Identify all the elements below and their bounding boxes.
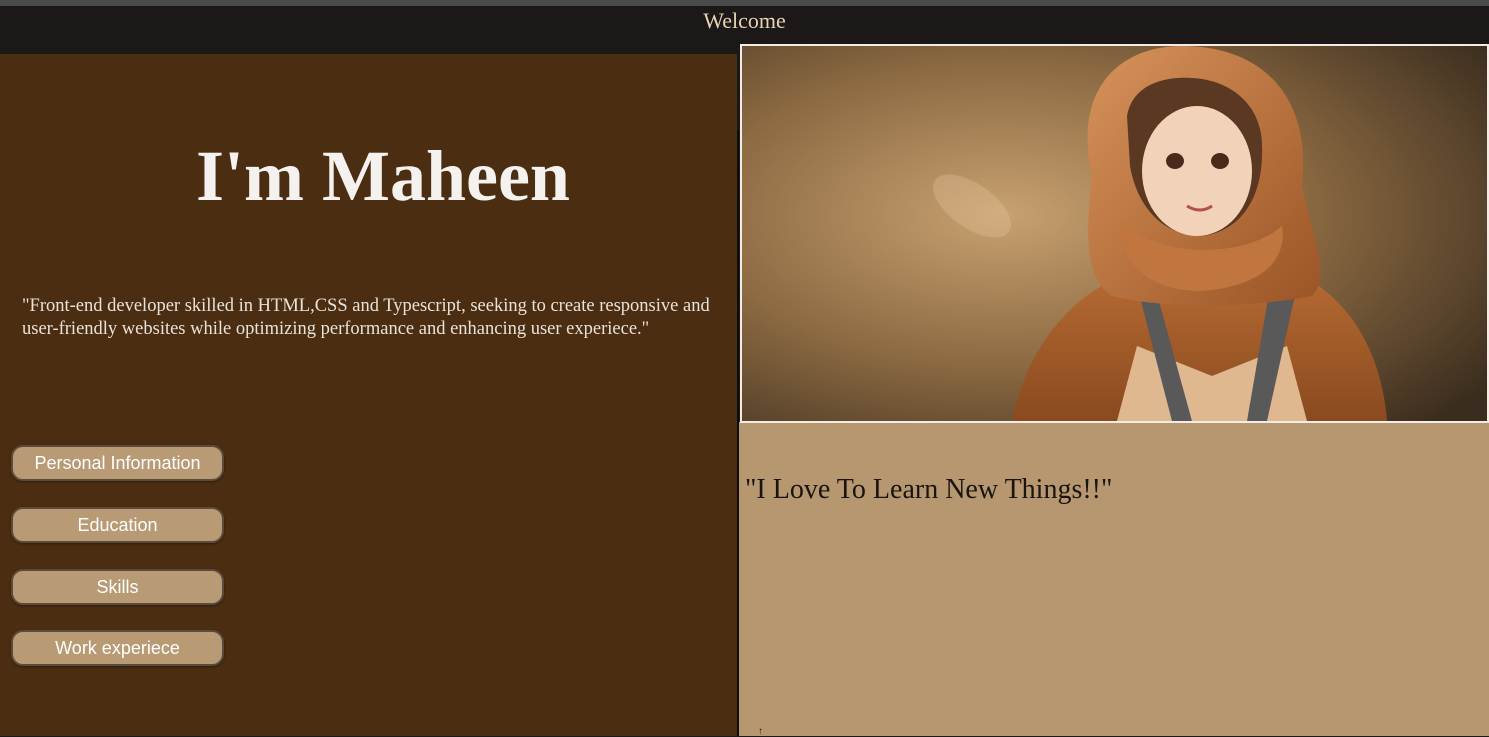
- hero-image: [740, 44, 1489, 423]
- cursor-icon: ↑: [758, 726, 763, 737]
- quote-text: "I Love To Learn New Things!!": [745, 474, 1113, 505]
- personal-information-button[interactable]: Personal Information: [11, 445, 224, 481]
- portrait-illustration-icon: [742, 46, 1487, 421]
- quote-panel: [739, 422, 1489, 736]
- skills-button[interactable]: Skills: [11, 569, 224, 605]
- name-heading: I'm Maheen: [196, 136, 570, 216]
- bio-text: "Front-end developer skilled in HTML,CSS…: [22, 296, 710, 339]
- intro-panel: I'm Maheen "Front-end developer skilled …: [0, 54, 737, 736]
- education-button[interactable]: Education: [11, 507, 224, 543]
- work-experience-button[interactable]: Work experiece: [11, 630, 224, 666]
- header-title: Welcome: [703, 8, 786, 33]
